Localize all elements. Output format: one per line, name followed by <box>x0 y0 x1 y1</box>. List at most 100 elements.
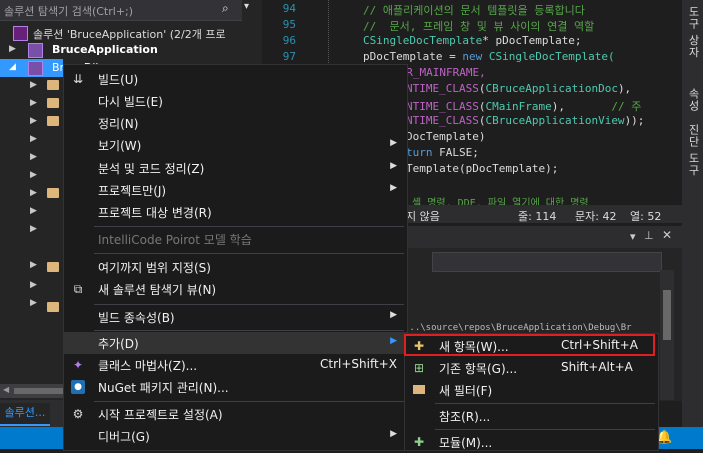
menu-item-module[interactable]: ✚ 모듈(M)... <box>405 431 658 453</box>
right-tool-tabs: 도구 상자 속성 진단 도구 <box>682 0 703 427</box>
search-icon[interactable]: ⌕ <box>222 1 229 16</box>
module-icon: ✚ <box>413 435 425 449</box>
submenu-arrow-icon: ▶ <box>390 183 397 193</box>
scrollbar-thumb[interactable] <box>663 290 671 340</box>
expand-arrow-icon[interactable]: ▶ <box>9 44 16 54</box>
code-line-99: NTIME_CLASS(CBruceApplicationDoc), <box>406 82 632 95</box>
nuget-icon: ● <box>71 380 85 394</box>
output-scrollbar[interactable] <box>660 270 674 400</box>
menu-item-analyze[interactable]: 분석 및 코드 정리(Z) ▶ <box>64 157 407 179</box>
submenu-arrow-icon: ▶ <box>390 336 397 346</box>
expand-arrow-icon[interactable]: ▶ <box>30 80 37 90</box>
menu-item-scope-to-this[interactable]: 여기까지 범위 지정(S) <box>64 256 407 278</box>
menu-separator <box>94 226 404 227</box>
code-line-97: pDocTemplate = new CSingleDocTemplate( <box>363 50 615 63</box>
folder-icon <box>47 80 59 90</box>
menu-item-set-startup[interactable]: ⚙ 시작 프로젝트로 설정(A) <box>64 403 407 425</box>
dropdown-icon[interactable]: ▾ <box>630 230 636 243</box>
pin-icon[interactable]: ⊥ <box>644 229 654 242</box>
menu-item-add[interactable]: 추가(D) ▶ <box>64 332 407 354</box>
close-icon[interactable]: ✕ <box>662 228 672 242</box>
menu-item-class-wizard[interactable]: ✦ 클래스 마법사(Z)... Ctrl+Shift+X <box>64 354 407 376</box>
status-col: 열: 52 <box>630 210 662 223</box>
line-number: 96 <box>282 34 296 47</box>
menu-separator <box>94 253 404 254</box>
expand-arrow-icon[interactable]: ▶ <box>30 260 37 270</box>
menu-item-build[interactable]: ⇊ 빌드(U) <box>64 68 407 90</box>
code-line-94: // 애플리케이션의 문서 템플릿을 등록합니다 <box>363 4 585 17</box>
submenu-arrow-icon: ▶ <box>390 310 397 320</box>
menu-separator <box>435 403 655 404</box>
menu-item-intellicode: IntelliCode Poirot 모델 학습 <box>98 233 252 247</box>
code-line-104: Template(pDocTemplate); <box>406 162 559 175</box>
line-number: 95 <box>282 18 296 31</box>
filter-folder-icon <box>412 383 426 397</box>
menu-separator <box>94 330 404 331</box>
menu-item-nuget[interactable]: ● NuGet 패키지 관리(N)... <box>64 376 407 398</box>
menu-item-build-dependencies[interactable]: 빌드 종속성(B) ▶ <box>64 306 407 328</box>
code-line-101: NTIME_CLASS(CBruceApplicationView)); <box>406 114 645 127</box>
expand-arrow-icon[interactable]: ▶ <box>30 206 37 216</box>
tab-solution-explorer[interactable]: 솔루션... <box>0 403 50 426</box>
tab-toolbox[interactable]: 도구 상자 <box>685 6 701 59</box>
expand-arrow-icon[interactable]: ▶ <box>30 98 37 108</box>
tab-diagnostic-tools[interactable]: 진단 도구 <box>685 124 701 177</box>
submenu-arrow-icon: ▶ <box>390 161 397 171</box>
line-number: 94 <box>282 2 296 15</box>
expand-arrow-icon[interactable]: ▶ <box>30 280 37 290</box>
code-line-102: DocTemplate) <box>406 130 486 143</box>
highlight-box <box>404 334 655 356</box>
folder-icon <box>47 302 59 312</box>
editor-status-issues: 지 않음 <box>406 210 440 223</box>
menu-item-rebuild[interactable]: 다시 빌드(E) <box>64 90 407 112</box>
submenu-arrow-icon: ▶ <box>390 429 397 439</box>
menu-item-existing-item[interactable]: ⊞ 기존 항목(G)... Shift+Alt+A <box>405 357 658 379</box>
menu-item-project-only[interactable]: 프로젝트만(J) ▶ <box>64 179 407 201</box>
code-line-96: CSingleDocTemplate* pDocTemplate; <box>363 34 582 47</box>
expand-arrow-icon[interactable]: ▶ <box>30 152 37 162</box>
build-icon: ⇊ <box>72 72 84 86</box>
menu-item-new-filter[interactable]: 새 필터(F) <box>405 379 658 401</box>
tree-project-bruceapplication[interactable]: ▶ BruceApplication <box>0 41 262 59</box>
class-wizard-icon: ✦ <box>72 358 84 372</box>
expand-arrow-icon[interactable]: ▶ <box>30 224 37 234</box>
submenu-arrow-icon: ▶ <box>390 138 397 148</box>
folder-icon <box>47 98 59 108</box>
menu-separator <box>94 304 404 305</box>
menu-item-view[interactable]: 보기(W) ▶ <box>64 134 407 156</box>
menu-item-debug[interactable]: 디버그(G) ▶ <box>64 425 407 447</box>
existing-item-icon: ⊞ <box>413 361 425 375</box>
expand-arrow-icon[interactable]: ▶ <box>30 298 37 308</box>
folder-icon <box>47 188 59 198</box>
tree-project-brucedll[interactable]: ◢ BruceDll <box>0 59 98 77</box>
output-text: ...\source\repos\BruceApplication\Debug\… <box>404 323 632 333</box>
project-context-menu: ⇊ 빌드(U) 다시 빌드(E) 정리(N) 보기(W) ▶ 분석 및 코드 정… <box>63 64 408 451</box>
expand-arrow-icon[interactable]: ▶ <box>30 170 37 180</box>
expand-arrow-icon[interactable]: ▶ <box>30 188 37 198</box>
solution-icon <box>13 26 28 41</box>
tab-properties[interactable]: 속성 <box>685 88 701 112</box>
scroll-left-icon[interactable]: ◀ <box>3 385 9 394</box>
search-placeholder: 솔루션 탐색기 검색(Ctrl+;) <box>4 5 134 18</box>
folder-icon <box>47 116 59 126</box>
solution-label: 솔루션 'BruceApplication' (2/2개 프로 <box>33 28 226 41</box>
status-line: 줄: 114 <box>518 210 557 223</box>
menu-item-new-explorer-view[interactable]: ⧉ 새 솔루션 탐색기 뷰(N) <box>64 278 407 300</box>
project-icon <box>28 61 43 76</box>
solution-explorer-search-input[interactable]: 솔루션 탐색기 검색(Ctrl+;) ⌕ <box>0 0 242 21</box>
expand-arrow-icon[interactable]: ▶ <box>30 116 37 126</box>
code-line-103: turn FALSE; <box>406 146 479 159</box>
project-icon <box>28 43 43 58</box>
menu-item-reference[interactable]: 참조(R)... <box>405 405 658 427</box>
gear-icon: ⚙ <box>72 407 84 421</box>
new-view-icon: ⧉ <box>73 282 83 296</box>
menu-item-clean[interactable]: 정리(N) <box>64 112 407 134</box>
project-label: BruceApplication <box>52 43 158 56</box>
output-source-select[interactable] <box>432 252 662 272</box>
expand-arrow-icon[interactable]: ▶ <box>30 134 37 144</box>
menu-item-retarget[interactable]: 프로젝트 대상 변경(R) <box>64 201 407 223</box>
search-dropdown-icon[interactable]: ▾ <box>244 1 249 12</box>
collapse-arrow-icon[interactable]: ◢ <box>9 62 16 72</box>
status-char: 문자: 42 <box>575 210 617 223</box>
tree-solution-row[interactable]: 솔루션 'BruceApplication' (2/2개 프로 <box>0 24 262 42</box>
